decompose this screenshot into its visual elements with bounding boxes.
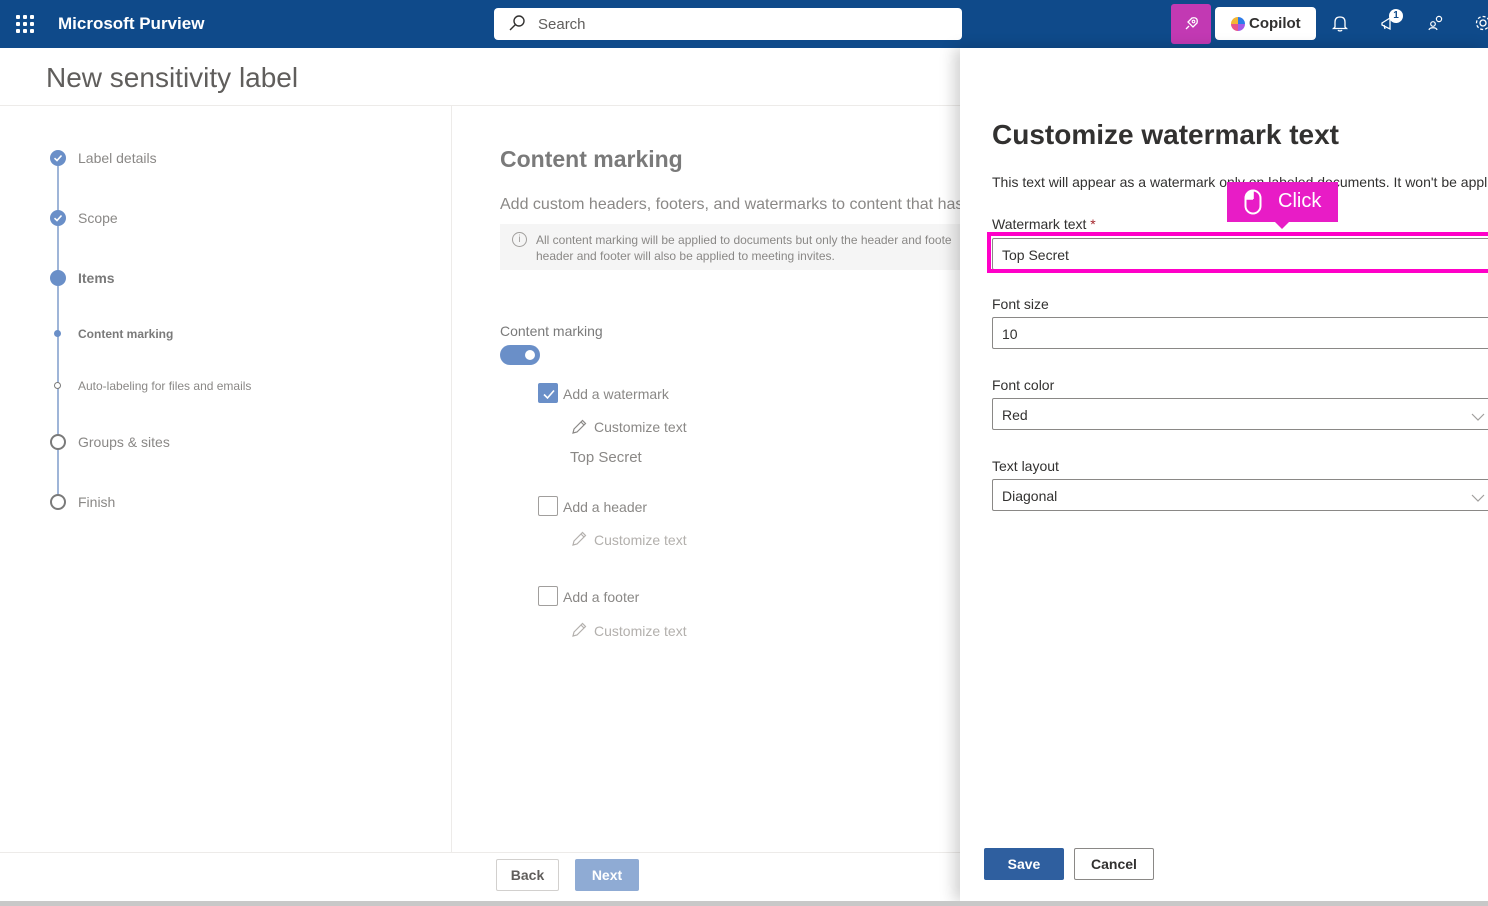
font-color-label: Font color: [992, 377, 1055, 393]
watermark-customize-link[interactable]: Customize text: [594, 419, 687, 435]
step-current-dot: [50, 270, 66, 286]
step-completed-check-icon: [50, 150, 66, 166]
font-size-label: Font size: [992, 296, 1049, 312]
header-customize-link: Customize text: [594, 532, 687, 548]
copilot-icon: [1231, 17, 1245, 31]
step-pending-ring: [50, 434, 66, 450]
substep-auto-labeling[interactable]: Auto-labeling for files and emails: [78, 379, 251, 393]
step-finish[interactable]: Finish: [78, 494, 115, 510]
text-layout-dropdown[interactable]: Diagonal: [992, 479, 1488, 511]
footer-divider: [0, 852, 960, 853]
toggle-knob: [525, 350, 535, 360]
step-label-details[interactable]: Label details: [78, 150, 157, 166]
info-message: i All content marking will be applied to…: [500, 224, 960, 270]
column-divider: [451, 106, 452, 852]
chevron-down-icon: [1471, 409, 1485, 427]
step-groups-sites[interactable]: Groups & sites: [78, 434, 170, 450]
substep-current-dot: [54, 330, 61, 337]
step-pending-ring: [50, 494, 66, 510]
pencil-icon: [570, 621, 588, 644]
content-heading: Content marking: [500, 146, 683, 172]
font-color-value: Red: [1002, 407, 1028, 423]
header-checkbox-label[interactable]: Add a header: [563, 499, 647, 515]
content-marking-label: Content marking: [500, 323, 603, 339]
top-bar: Microsoft Purview Search Copilot 1: [0, 0, 1488, 48]
callout-arrow: [1275, 222, 1289, 229]
click-callout-label: Click: [1278, 190, 1322, 212]
app-name[interactable]: Microsoft Purview: [58, 14, 204, 34]
wizard-stepper: Label details Scope Items Content markin…: [0, 106, 451, 852]
stepper-connector: [57, 166, 59, 212]
watermark-text-label-text: Watermark text: [992, 216, 1087, 232]
bell-icon[interactable]: [1331, 14, 1349, 37]
copilot-button[interactable]: Copilot: [1215, 7, 1316, 40]
text-layout-label: Text layout: [992, 458, 1059, 474]
search-icon: [508, 14, 526, 37]
settings-gear-icon[interactable]: [1474, 14, 1488, 37]
substep-content-marking[interactable]: Content marking: [78, 327, 173, 341]
text-layout-value: Diagonal: [1002, 488, 1058, 504]
step-scope[interactable]: Scope: [78, 210, 118, 226]
customize-watermark-panel: Customize watermark text This text will …: [960, 48, 1488, 901]
notification-badge: 1: [1389, 9, 1403, 23]
footer-checkbox[interactable]: [538, 586, 558, 606]
font-size-value: 10: [1002, 326, 1018, 342]
copilot-label: Copilot: [1249, 15, 1301, 32]
footer-checkbox-label[interactable]: Add a footer: [563, 589, 639, 605]
step-items[interactable]: Items: [78, 270, 115, 286]
info-text: All content marking will be applied to d…: [536, 233, 952, 263]
next-button[interactable]: Next: [575, 859, 639, 891]
click-callout: Click: [1227, 182, 1338, 229]
window-bottom-edge: [0, 901, 1488, 906]
pencil-icon: [570, 530, 588, 553]
search-input[interactable]: Search: [494, 8, 962, 40]
watermark-checkbox-label[interactable]: Add a watermark: [563, 386, 669, 402]
cancel-button[interactable]: Cancel: [1074, 848, 1154, 880]
info-icon: i: [512, 232, 527, 247]
stepper-connector: [57, 450, 59, 496]
content-description: Add custom headers, footers, and waterma…: [500, 196, 964, 213]
stepper-connector: [57, 226, 59, 272]
step-completed-check-icon: [50, 210, 66, 226]
content-marking-toggle[interactable]: [500, 345, 540, 365]
app-launcher-icon[interactable]: [16, 15, 34, 33]
watermark-text-label: Watermark text *: [992, 216, 1096, 232]
people-icon[interactable]: [1428, 14, 1446, 37]
mouse-icon: [1244, 189, 1262, 221]
rocket-icon: [1185, 17, 1198, 30]
back-button[interactable]: Back: [496, 859, 559, 891]
pencil-icon[interactable]: [570, 418, 588, 441]
search-placeholder: Search: [538, 16, 586, 33]
feedback-button[interactable]: [1171, 4, 1211, 44]
page-title: New sensitivity label: [46, 62, 299, 93]
header-checkbox[interactable]: [538, 496, 558, 516]
save-button[interactable]: Save: [984, 848, 1064, 880]
watermark-checkbox[interactable]: [538, 383, 558, 403]
required-asterisk: *: [1090, 216, 1096, 232]
substep-pending-dot: [54, 382, 61, 389]
watermark-value: Top Secret: [570, 449, 642, 466]
font-size-field[interactable]: 10: [992, 317, 1488, 349]
font-color-dropdown[interactable]: Red: [992, 398, 1488, 430]
checkmark-icon: [543, 389, 555, 400]
panel-title: Customize watermark text: [992, 119, 1340, 150]
click-highlight-box: [987, 232, 1488, 273]
footer-customize-link: Customize text: [594, 623, 687, 639]
chevron-down-icon: [1471, 490, 1485, 508]
